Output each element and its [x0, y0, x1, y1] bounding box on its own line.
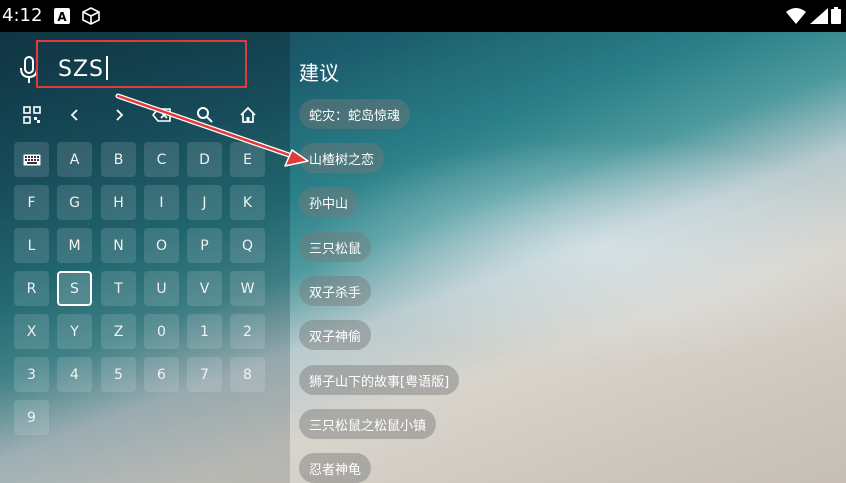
annotation-arrow	[115, 93, 309, 167]
